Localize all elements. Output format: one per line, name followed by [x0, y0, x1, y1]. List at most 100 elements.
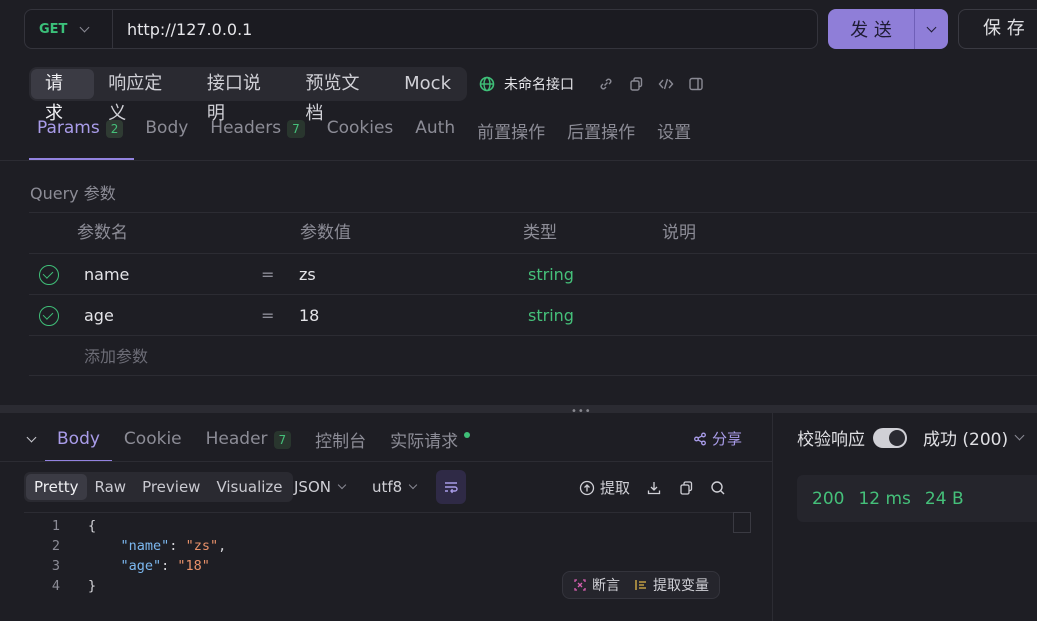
language-select[interactable]: JSON: [294, 478, 347, 496]
format-tabs: Pretty Raw Preview Visualize: [24, 472, 293, 502]
tab-settings[interactable]: 设置: [646, 118, 702, 160]
param-type[interactable]: string: [528, 254, 574, 295]
tab-label: 前置操作: [477, 123, 546, 143]
tab-label: Body: [57, 429, 100, 449]
tab-mock[interactable]: Mock: [390, 69, 465, 99]
assert-icon: [574, 579, 586, 591]
method-select[interactable]: GET: [25, 10, 113, 48]
tab-cookies[interactable]: Cookies: [316, 118, 405, 160]
param-value[interactable]: zs: [299, 254, 316, 295]
drag-handle-icon[interactable]: •••: [571, 406, 592, 417]
wrap-icon: [445, 482, 458, 494]
count-badge: 7: [287, 120, 305, 138]
word-wrap-button[interactable]: [436, 470, 466, 504]
format-preview[interactable]: Preview: [134, 474, 208, 500]
line-number: 3: [51, 558, 60, 574]
equals-sign: =: [261, 265, 275, 284]
add-param-input[interactable]: 添加参数: [84, 336, 148, 377]
extract-variable-label: 提取变量: [653, 578, 709, 594]
column-header: 参数名: [77, 223, 128, 243]
enabled-checkbox[interactable]: [39, 306, 59, 326]
send-dropdown-button[interactable]: [914, 9, 948, 49]
code-icon[interactable]: [658, 76, 674, 92]
format-raw[interactable]: Raw: [87, 474, 135, 500]
response-toolbar: 提取: [579, 477, 726, 498]
api-name-label: 未命名接口: [504, 77, 574, 93]
editor-scrollbar[interactable]: [733, 512, 751, 533]
share-label: 分享: [712, 430, 743, 448]
line-number: 4: [51, 578, 60, 594]
tab-label: 设置: [657, 123, 692, 143]
download-icon[interactable]: [646, 480, 662, 496]
line-number: 2: [51, 538, 60, 554]
tab-request[interactable]: 请求: [31, 69, 95, 124]
tab-preview-docs[interactable]: 预览文档: [292, 69, 391, 124]
api-name[interactable]: 未命名接口: [479, 74, 574, 94]
link-icon[interactable]: [598, 76, 614, 92]
divider: [0, 160, 1037, 161]
assertion-toolbar: 断言 提取变量: [562, 571, 720, 599]
tab-post-operations[interactable]: 后置操作: [556, 118, 646, 160]
tab-label: Auth: [415, 118, 456, 138]
send-label: 发 送: [850, 20, 892, 41]
save-button[interactable]: 保 存: [958, 9, 1037, 49]
code-line: {: [88, 518, 97, 534]
param-name[interactable]: name: [84, 254, 129, 295]
url-input[interactable]: http://127.0.0.1: [113, 20, 252, 39]
tab-body[interactable]: Body: [134, 118, 199, 160]
tab-actual-request[interactable]: 实际请求: [378, 416, 482, 462]
code-line: }: [88, 578, 97, 594]
column-header: 参数值: [300, 223, 351, 243]
tab-response-header[interactable]: Header 7: [194, 416, 304, 462]
extract-variable-icon: [635, 580, 646, 590]
tab-headers[interactable]: Headers 7: [199, 118, 315, 160]
response-size: 24 B: [924, 488, 964, 509]
tab-console[interactable]: 控制台: [303, 416, 378, 462]
side-panel-icon[interactable]: [688, 76, 704, 92]
count-badge: 2: [105, 120, 124, 138]
enabled-checkbox[interactable]: [39, 265, 59, 285]
copy-icon[interactable]: [678, 480, 694, 496]
tab-auth[interactable]: Auth: [404, 118, 466, 160]
response-code-editor[interactable]: 1 2 3 4 { "name": "zs", "age": "18" }: [24, 512, 751, 621]
share-button[interactable]: 分享: [693, 428, 742, 449]
tab-response-definition[interactable]: 响应定义: [94, 69, 193, 124]
response-time: 12 ms: [858, 488, 911, 509]
tab-params[interactable]: Params 2: [29, 118, 135, 160]
tab-label: Body: [145, 118, 189, 138]
tab-pre-operations[interactable]: 前置操作: [466, 118, 556, 160]
tab-label: 控制台: [315, 431, 367, 452]
extract-button[interactable]: 提取: [579, 477, 630, 498]
extract-label: 提取: [600, 479, 631, 497]
copy-icon[interactable]: [628, 76, 644, 92]
tab-response-cookie[interactable]: Cookie: [112, 416, 194, 462]
status-select-value: 成功 (200): [923, 430, 1009, 450]
validate-toggle[interactable]: [873, 427, 907, 448]
method-label: GET: [39, 21, 68, 37]
format-pretty[interactable]: Pretty: [26, 474, 87, 500]
encoding-select[interactable]: utf8: [372, 478, 418, 496]
equals-sign: =: [261, 306, 275, 325]
panel-splitter[interactable]: [0, 405, 1037, 413]
format-visualize[interactable]: Visualize: [208, 474, 290, 500]
table-row: age = 18 string: [29, 294, 1037, 335]
search-icon[interactable]: [710, 480, 726, 496]
tab-response-body[interactable]: Body: [45, 416, 112, 462]
assert-button[interactable]: 断言: [573, 575, 620, 595]
encoding-value: utf8: [372, 478, 403, 496]
share-icon: [694, 432, 706, 445]
language-value: JSON: [294, 478, 331, 496]
divider: [0, 461, 772, 462]
extract-variable-button[interactable]: 提取变量: [634, 575, 709, 595]
collapse-button[interactable]: [24, 432, 45, 442]
send-button[interactable]: 发 送: [828, 9, 948, 49]
assert-label: 断言: [592, 578, 620, 594]
code-line: "name": "zs",: [120, 538, 227, 554]
tab-api-description[interactable]: 接口说明: [193, 69, 292, 124]
param-value[interactable]: 18: [299, 295, 319, 336]
chevron-down-icon: [926, 22, 937, 32]
status-select[interactable]: 成功 (200): [923, 425, 1025, 450]
status-dot: [464, 432, 471, 438]
param-name[interactable]: age: [84, 295, 114, 336]
param-type[interactable]: string: [528, 295, 574, 336]
